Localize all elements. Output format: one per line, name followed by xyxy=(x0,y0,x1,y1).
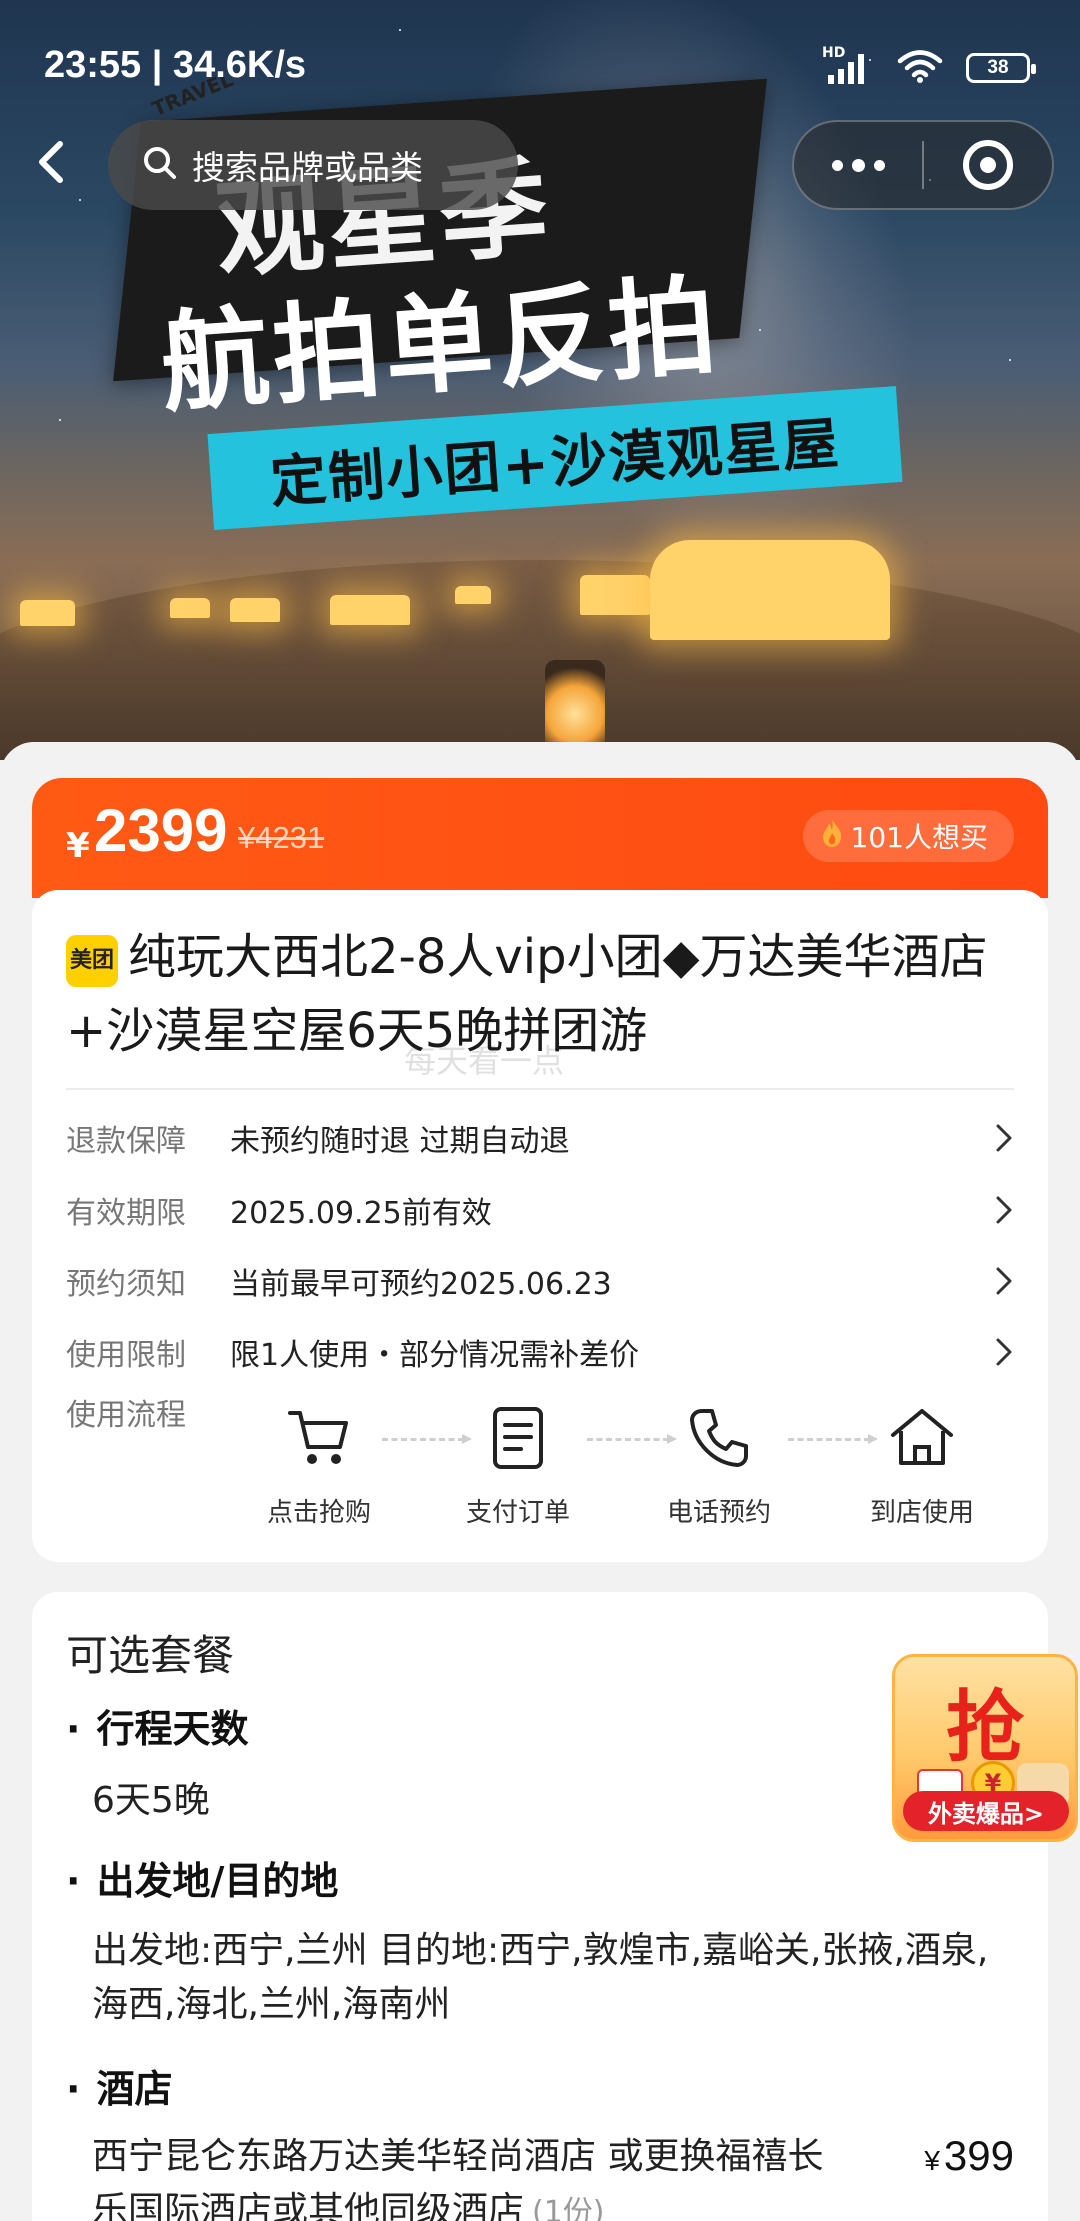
flow-step-call: 电话预约 xyxy=(644,1398,794,1529)
chevron-right-icon xyxy=(978,1251,1014,1311)
flow-step-label: 电话预约 xyxy=(666,1498,771,1528)
cart-icon xyxy=(244,1398,394,1478)
meituan-badge: 美团 xyxy=(66,935,118,987)
chevron-left-icon xyxy=(32,138,72,190)
detail-value: 2025.09.25前有效 xyxy=(230,1196,492,1231)
current-price: 2399 xyxy=(94,797,228,864)
price-bar: ¥ 2399 ¥4231 101人想买 xyxy=(32,778,1048,898)
glowing-tent xyxy=(230,598,280,622)
status-icons: HD 38 xyxy=(822,45,1036,88)
chevron-right-icon xyxy=(978,1322,1014,1382)
flow-step-label: 点击抢购 xyxy=(266,1498,371,1528)
divider xyxy=(66,1088,1014,1090)
hotel-price-currency: ¥ xyxy=(924,2145,940,2176)
signal-icon: HD xyxy=(822,45,874,85)
miniapp-capsule xyxy=(792,120,1054,210)
detail-value: 当前最早可预约2025.06.23 xyxy=(230,1267,612,1302)
detail-row-usage-limit[interactable]: 使用限制 限1人使用・部分情况需补差价 xyxy=(66,1322,1014,1382)
hotel-text: 西宁昆仑东路万达美华轻尚酒店 或更换福禧长乐国际酒店或其他同级酒店 xyxy=(92,2136,824,2221)
more-dot xyxy=(873,159,885,171)
detail-row-booking[interactable]: 预约须知 当前最早可预约2025.06.23 xyxy=(66,1251,1014,1311)
product-info-card: 美团 纯玩大西北2-8人vip小团◆万达美华酒店+沙漠星空屋6天5晚拼团游 每天看… xyxy=(32,890,1048,1562)
want-count-text: 101人想买 xyxy=(850,821,988,854)
home-icon xyxy=(847,1398,997,1478)
detail-key: 预约须知 xyxy=(66,1267,186,1302)
flow-label: 使用流程 xyxy=(66,1398,186,1433)
glowing-tent xyxy=(170,598,210,618)
glowing-tent-large xyxy=(650,540,890,640)
want-count-badge: 101人想买 xyxy=(802,810,1014,862)
chevron-right-icon xyxy=(978,1108,1014,1168)
flow-step-pay: 支付订单 xyxy=(443,1398,593,1529)
battery-icon: 38 xyxy=(966,53,1036,83)
currency-symbol: ¥ xyxy=(66,826,90,866)
status-time: 23:55 | 34.6K/s xyxy=(44,44,307,86)
detail-value: 限1人使用・部分情况需补差价 xyxy=(230,1338,640,1373)
section-heading-days: 行程天数 xyxy=(66,1698,248,1753)
detail-value: 未预约随时退 过期自动退 xyxy=(230,1124,570,1159)
section-heading-route: 出发地/目的地 xyxy=(66,1850,338,1905)
hero-banner-image: TRAVEL 观星季 航拍单反拍 定制小团+沙漠观星屋 xyxy=(0,0,1080,760)
glowing-tent xyxy=(330,595,410,625)
hotel-price-value: 399 xyxy=(943,2132,1014,2179)
section-text-route: 出发地:西宁,兰州 目的地:西宁,敦煌市,嘉峪关,张掖,酒泉,海西,海北,兰州,… xyxy=(92,1930,989,2025)
more-dot xyxy=(851,158,865,172)
glowing-tent xyxy=(20,600,75,626)
section-text-days: 6天5晚 xyxy=(92,1780,210,1821)
fire-icon xyxy=(819,817,845,856)
original-price: ¥4231 xyxy=(238,820,325,855)
more-button[interactable] xyxy=(794,122,922,208)
lantern xyxy=(545,660,605,750)
hotel-price: ¥399 xyxy=(924,2132,1014,2180)
desert-dune xyxy=(0,560,1080,760)
back-button[interactable] xyxy=(24,136,80,192)
section-heading-hotel: 酒店 xyxy=(66,2058,172,2113)
target-icon xyxy=(962,140,1013,190)
detail-row-refund[interactable]: 退款保障 未预约随时退 过期自动退 xyxy=(66,1108,1014,1168)
package-title: 可选套餐 xyxy=(66,1631,235,1680)
search-placeholder: 搜索品牌或品类 xyxy=(192,148,423,187)
flow-step-visit: 到店使用 xyxy=(847,1398,997,1529)
flow-step-label: 到店使用 xyxy=(869,1498,974,1528)
status-bar: 23:55 | 34.6K/s HD 38 xyxy=(0,0,1080,110)
detail-key: 退款保障 xyxy=(66,1124,186,1159)
watermark: 每天看一点 xyxy=(404,1042,565,1080)
detail-row-validity[interactable]: 有效期限 2025.09.25前有效 xyxy=(66,1180,1014,1240)
hotel-quantity: (1份) xyxy=(532,2195,605,2221)
detail-key: 使用限制 xyxy=(66,1338,186,1373)
more-dot xyxy=(831,159,843,171)
phone-icon xyxy=(644,1398,794,1478)
search-input[interactable]: 搜索品牌或品类 xyxy=(108,120,518,210)
wifi-icon xyxy=(896,48,944,88)
takeout-promo-widget[interactable]: 抢 ¥ 外卖爆品> xyxy=(892,1654,1078,1842)
glowing-tent xyxy=(580,575,650,615)
chevron-right-icon xyxy=(978,1180,1014,1240)
promo-button[interactable]: 外卖爆品> xyxy=(903,1791,1069,1831)
section-text-hotel: 西宁昆仑东路万达美华轻尚酒店 或更换福禧长乐国际酒店或其他同级酒店 (1份) xyxy=(92,2130,852,2221)
promo-grab-char: 抢 xyxy=(945,1683,1024,1773)
glowing-tent xyxy=(455,586,491,604)
flow-step-label: 支付订单 xyxy=(465,1498,570,1528)
search-icon xyxy=(142,145,178,185)
flow-step-buy: 点击抢购 xyxy=(244,1398,394,1529)
document-icon xyxy=(443,1398,593,1478)
close-miniapp-button[interactable] xyxy=(924,122,1052,208)
detail-key: 有效期限 xyxy=(66,1196,186,1231)
